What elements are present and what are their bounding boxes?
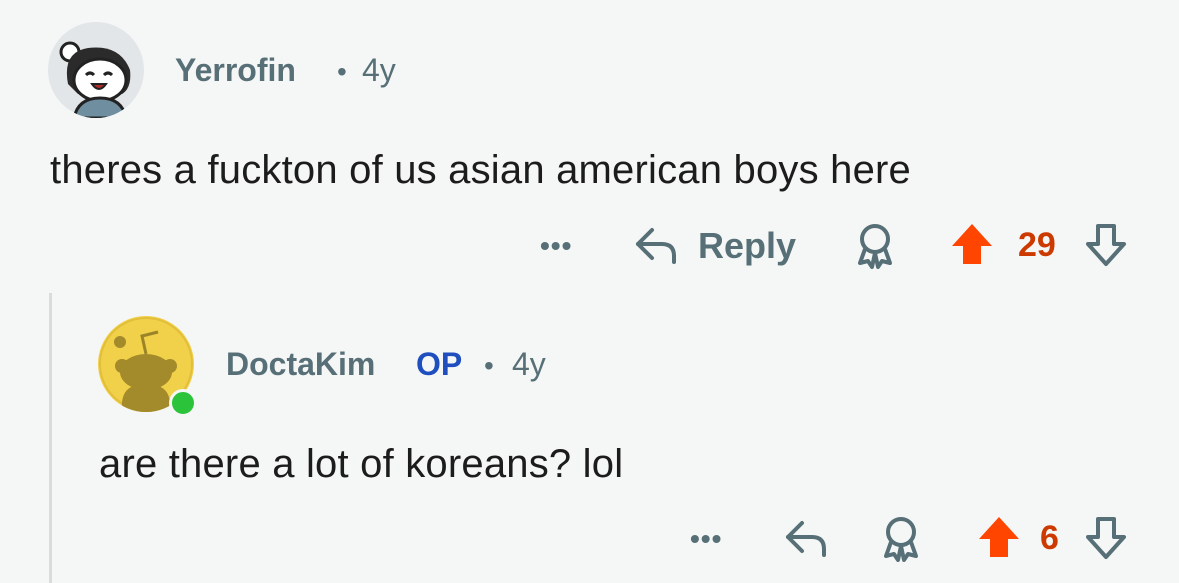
- upvote-icon[interactable]: [975, 513, 1023, 561]
- vote-score: 6: [1040, 519, 1059, 557]
- comment-body: are there a lot of koreans? lol: [99, 442, 624, 486]
- online-indicator: [169, 389, 197, 417]
- comment-author[interactable]: DoctaKim: [226, 346, 375, 383]
- reply-icon[interactable]: [782, 515, 830, 561]
- downvote-icon[interactable]: [1082, 513, 1130, 561]
- avatar[interactable]: [48, 22, 144, 118]
- thread-line[interactable]: [49, 293, 52, 583]
- more-options-button[interactable]: •••: [690, 523, 722, 555]
- reply-icon[interactable]: [632, 222, 680, 268]
- comment-age[interactable]: 4y: [362, 52, 396, 89]
- comment-body: theres a fuckton of us asian american bo…: [50, 148, 911, 192]
- more-options-button[interactable]: •••: [540, 230, 572, 262]
- vote-score: 29: [1018, 226, 1056, 264]
- op-badge: OP: [416, 346, 463, 382]
- award-icon[interactable]: [878, 514, 924, 562]
- meta-separator: •: [337, 56, 347, 87]
- upvote-icon[interactable]: [948, 220, 996, 268]
- comment-author[interactable]: Yerrofin: [175, 52, 296, 89]
- downvote-icon[interactable]: [1082, 220, 1130, 268]
- reply-button[interactable]: Reply: [698, 225, 796, 267]
- meta-separator: •: [484, 350, 494, 381]
- award-icon[interactable]: [852, 221, 898, 269]
- comment-age[interactable]: 4y: [512, 346, 546, 383]
